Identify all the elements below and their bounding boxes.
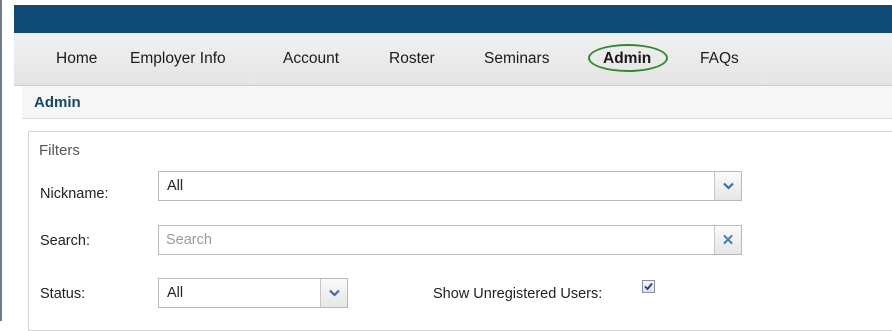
nav-employer-info[interactable]: Employer Info xyxy=(130,33,226,85)
search-label: Search: xyxy=(40,233,90,249)
nav-faqs[interactable]: FAQs xyxy=(700,33,739,85)
section-header: Admin xyxy=(22,86,892,119)
nav-admin-label: Admin xyxy=(603,50,652,67)
section-title: Admin xyxy=(34,94,81,111)
clear-icon: ✕ xyxy=(721,231,735,249)
nav-account[interactable]: Account xyxy=(283,33,339,85)
nickname-select[interactable]: All xyxy=(158,171,742,201)
show-unregistered-checkbox[interactable] xyxy=(642,280,655,293)
main-nav: Home Employer Info Account Roster Semina… xyxy=(14,33,892,86)
chevron-down-icon xyxy=(328,289,340,297)
nickname-selected-value: All xyxy=(167,178,184,194)
status-selected-value: All xyxy=(167,285,184,301)
show-unregistered-label: Show Unregistered Users: xyxy=(433,286,603,302)
top-banner xyxy=(14,5,892,33)
filters-title: Filters xyxy=(39,142,80,159)
nickname-dropdown-button[interactable] xyxy=(714,172,741,200)
checkmark-icon xyxy=(644,282,653,291)
chevron-down-icon xyxy=(722,182,734,190)
search-field: ✕ xyxy=(158,225,742,255)
nav-seminars[interactable]: Seminars xyxy=(484,33,549,85)
nav-roster[interactable]: Roster xyxy=(389,33,435,85)
search-clear-button[interactable]: ✕ xyxy=(714,226,741,254)
status-dropdown-button[interactable] xyxy=(320,279,347,307)
status-label: Status: xyxy=(40,286,86,302)
search-input[interactable] xyxy=(160,227,718,253)
nickname-label: Nickname: xyxy=(40,186,109,202)
status-select[interactable]: All xyxy=(158,278,348,308)
nav-home[interactable]: Home xyxy=(56,33,97,85)
nav-admin[interactable]: Admin xyxy=(588,33,668,85)
